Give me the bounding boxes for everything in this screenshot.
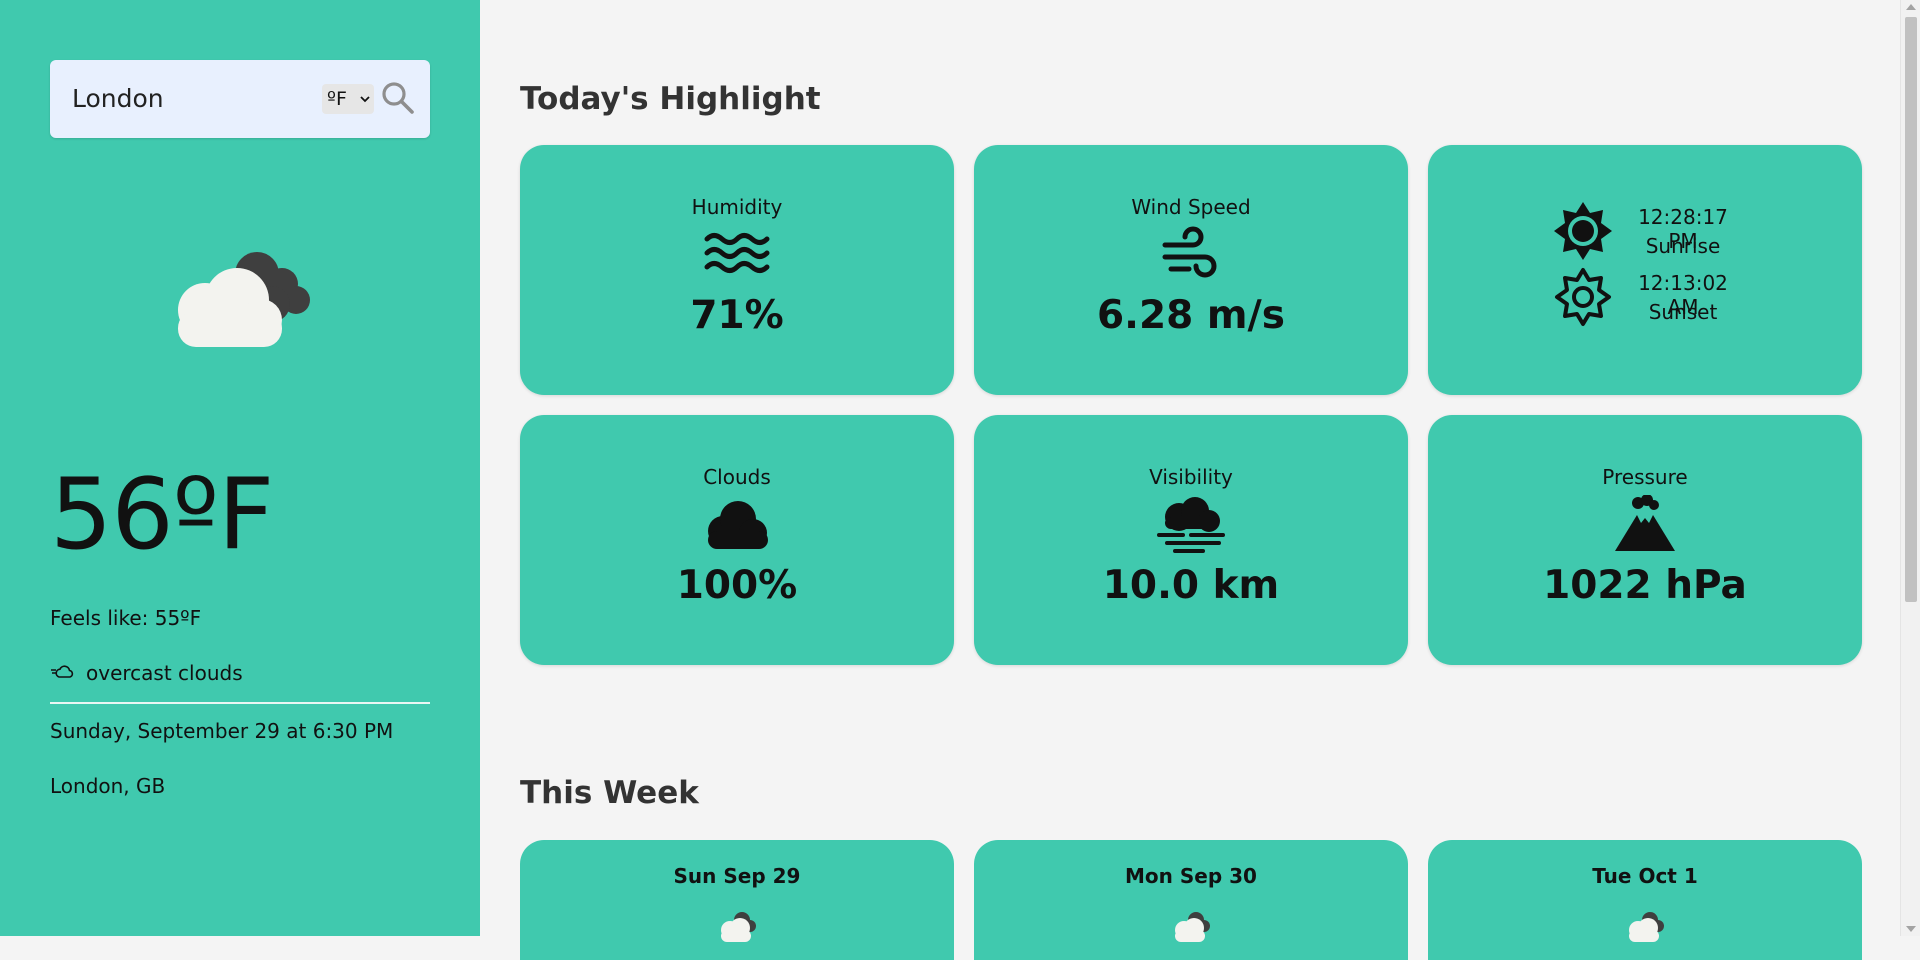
visibility-card: Visibility 10.0 km [974,415,1408,665]
overcast-clouds-icon [178,252,310,347]
clouds-card: Clouds 100% [520,415,954,665]
visibility-label: Visibility [1149,465,1233,489]
weather-condition: overcast clouds [50,661,243,685]
divider [50,702,430,704]
unit-select-value: ºF [327,88,347,110]
fog-icon [1157,497,1225,553]
pressure-value: 1022 hPa [1543,563,1747,608]
highlights-title: Today's Highlight [520,81,821,117]
pressure-card: Pressure 1022 hPa [1428,415,1862,665]
volcano-icon [1615,495,1675,551]
clouds-label: Clouds [703,465,771,489]
vertical-scrollbar[interactable] [1900,0,1920,936]
cloud-icon [1175,912,1210,942]
sunrise-label: Sunrise [1645,234,1721,258]
sunrise-icon [1554,202,1612,260]
day-card: Sun Sep 29 [520,840,954,960]
wind-speed-value: 6.28 m/s [1097,293,1285,338]
scroll-down-arrow-icon[interactable] [1906,926,1916,932]
humidity-value: 71% [690,293,784,338]
main-content: Today's Highlight Humidity 71% Wind Spee… [480,0,1900,960]
cloud-icon [1629,912,1664,942]
day-label: Sun Sep 29 [673,864,801,888]
search-icon[interactable] [380,80,416,116]
cloud-icon [721,912,756,942]
search-box: ºF [50,60,430,138]
scrollbar-thumb[interactable] [1905,17,1917,602]
condition-text: overcast clouds [86,661,243,685]
current-date: Sunday, September 29 at 6:30 PM [50,719,394,743]
pressure-label: Pressure [1602,465,1688,489]
visibility-value: 10.0 km [1102,563,1280,608]
current-temperature: 56ºF [50,458,274,572]
day-card: Mon Sep 30 [974,840,1408,960]
sun-times-card: 12:28:17 PM Sunrise 12:13:02 AM Sunset [1428,145,1862,395]
sidebar: ºF 56ºF Feels like: 55ºF [0,0,480,936]
chevron-down-icon [360,96,370,103]
unit-select[interactable]: ºF [322,84,374,114]
wind-speed-label: Wind Speed [1131,195,1251,219]
day-label: Tue Oct 1 [1592,864,1698,888]
sunset-row: 12:13:02 AM Sunset [1553,267,1753,327]
humidity-label: Humidity [691,195,783,219]
clouds-value: 100% [676,563,798,608]
scroll-up-arrow-icon[interactable] [1906,4,1916,10]
humidity-waves-icon [704,233,770,273]
sunset-label: Sunset [1648,300,1718,324]
sunset-icon [1555,268,1611,326]
humidity-card: Humidity 71% [520,145,954,395]
city-search-input[interactable] [70,78,290,118]
cloud-icon [708,501,768,549]
cloud-wind-icon [51,665,74,678]
wind-speed-card: Wind Speed 6.28 m/s [974,145,1408,395]
week-title: This Week [520,775,699,811]
feels-like: Feels like: 55ºF [50,606,202,630]
wind-icon [1162,226,1217,278]
day-card: Tue Oct 1 [1428,840,1862,960]
day-label: Mon Sep 30 [1125,864,1257,888]
current-location: London, GB [50,774,166,798]
sunrise-row: 12:28:17 PM Sunrise [1553,201,1753,261]
